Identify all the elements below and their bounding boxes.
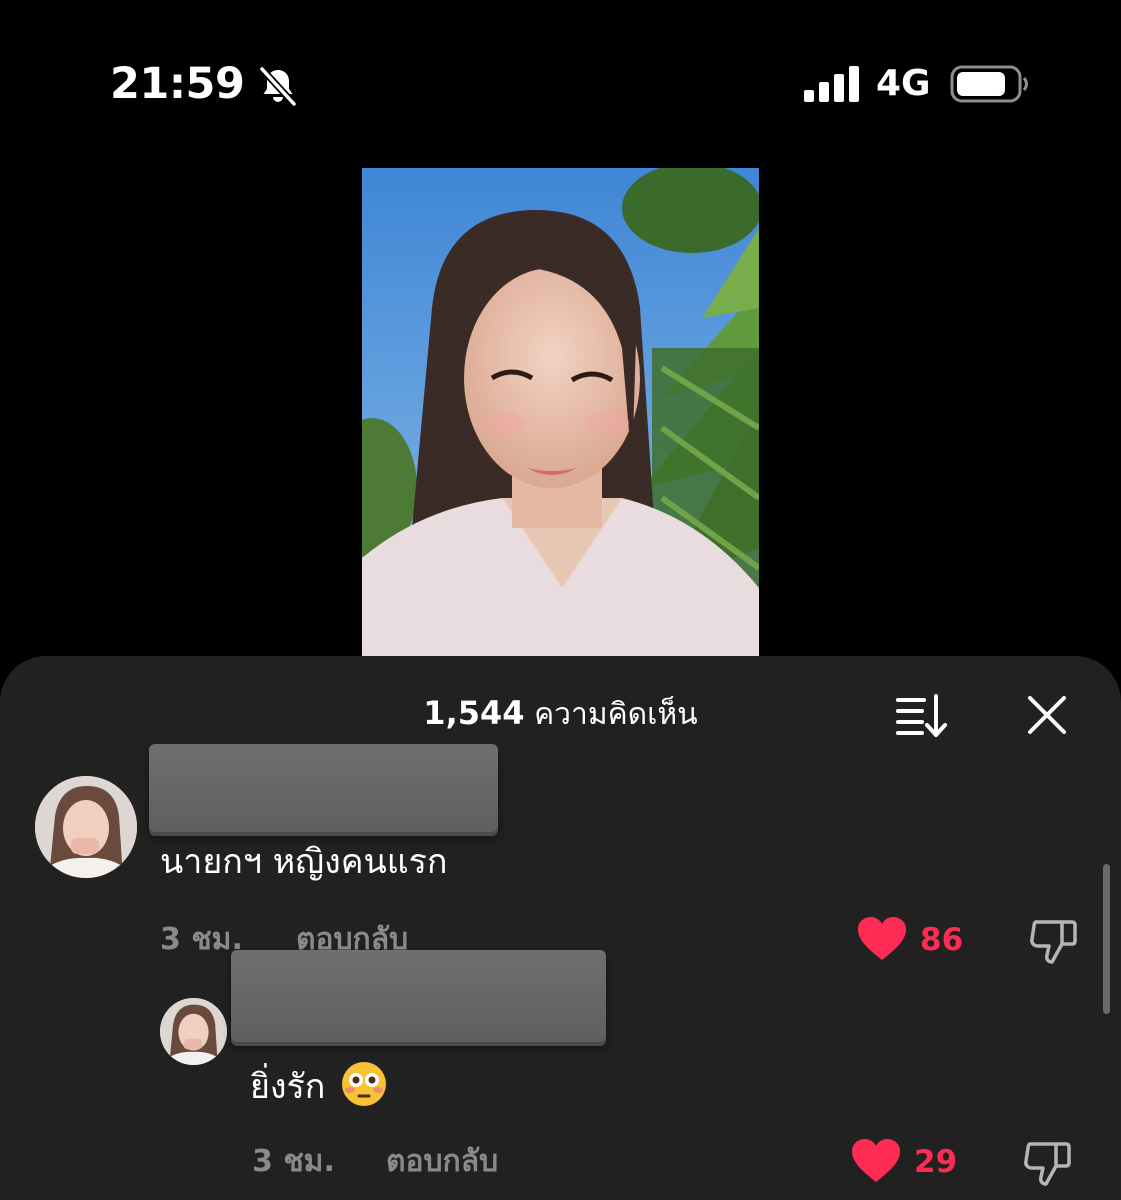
avatar[interactable] — [35, 776, 137, 878]
video-player[interactable] — [362, 168, 759, 668]
dislike-icon[interactable] — [1028, 916, 1078, 966]
comment-count-label: ความคิดเห็น — [534, 697, 698, 732]
battery-icon — [950, 65, 1028, 103]
heart-icon[interactable] — [857, 916, 907, 962]
like-count: 29 — [914, 1144, 958, 1180]
dislike-icon[interactable] — [1022, 1138, 1072, 1188]
comment-text: นายกฯ หญิงคนแรก — [160, 842, 448, 882]
comments-header: 1,544 ความคิดเห็น — [0, 690, 1121, 738]
heart-icon[interactable] — [851, 1138, 901, 1184]
comment-time: 3 ชม. — [252, 1144, 335, 1179]
comment-count: 1,544 — [423, 694, 525, 732]
bell-slash-icon — [259, 66, 297, 107]
scrollbar[interactable] — [1103, 864, 1110, 1014]
screen: 21:59 4G 1,544 ความคิดเห็น นายกฯ หญิงคนแ… — [0, 0, 1121, 1200]
cellular-signal-icon — [804, 66, 859, 102]
flushed-face-emoji — [342, 1062, 387, 1106]
like-count: 86 — [920, 922, 964, 958]
sort-icon[interactable] — [894, 692, 950, 738]
network-type: 4G — [876, 63, 931, 104]
comments-sheet: 1,544 ความคิดเห็น นายกฯ หญิงคนแรก 3 ชม. … — [0, 656, 1121, 1200]
reply-button[interactable]: ตอบกลับ — [386, 1140, 498, 1184]
redacted-username — [231, 950, 606, 1042]
comment-text-content: ยิ่งรัก — [250, 1067, 326, 1107]
status-time: 21:59 — [110, 59, 245, 109]
close-icon[interactable] — [1024, 692, 1070, 738]
avatar[interactable] — [160, 998, 227, 1065]
redacted-username — [149, 744, 498, 832]
comment-text: ยิ่งรัก — [250, 1060, 388, 1111]
